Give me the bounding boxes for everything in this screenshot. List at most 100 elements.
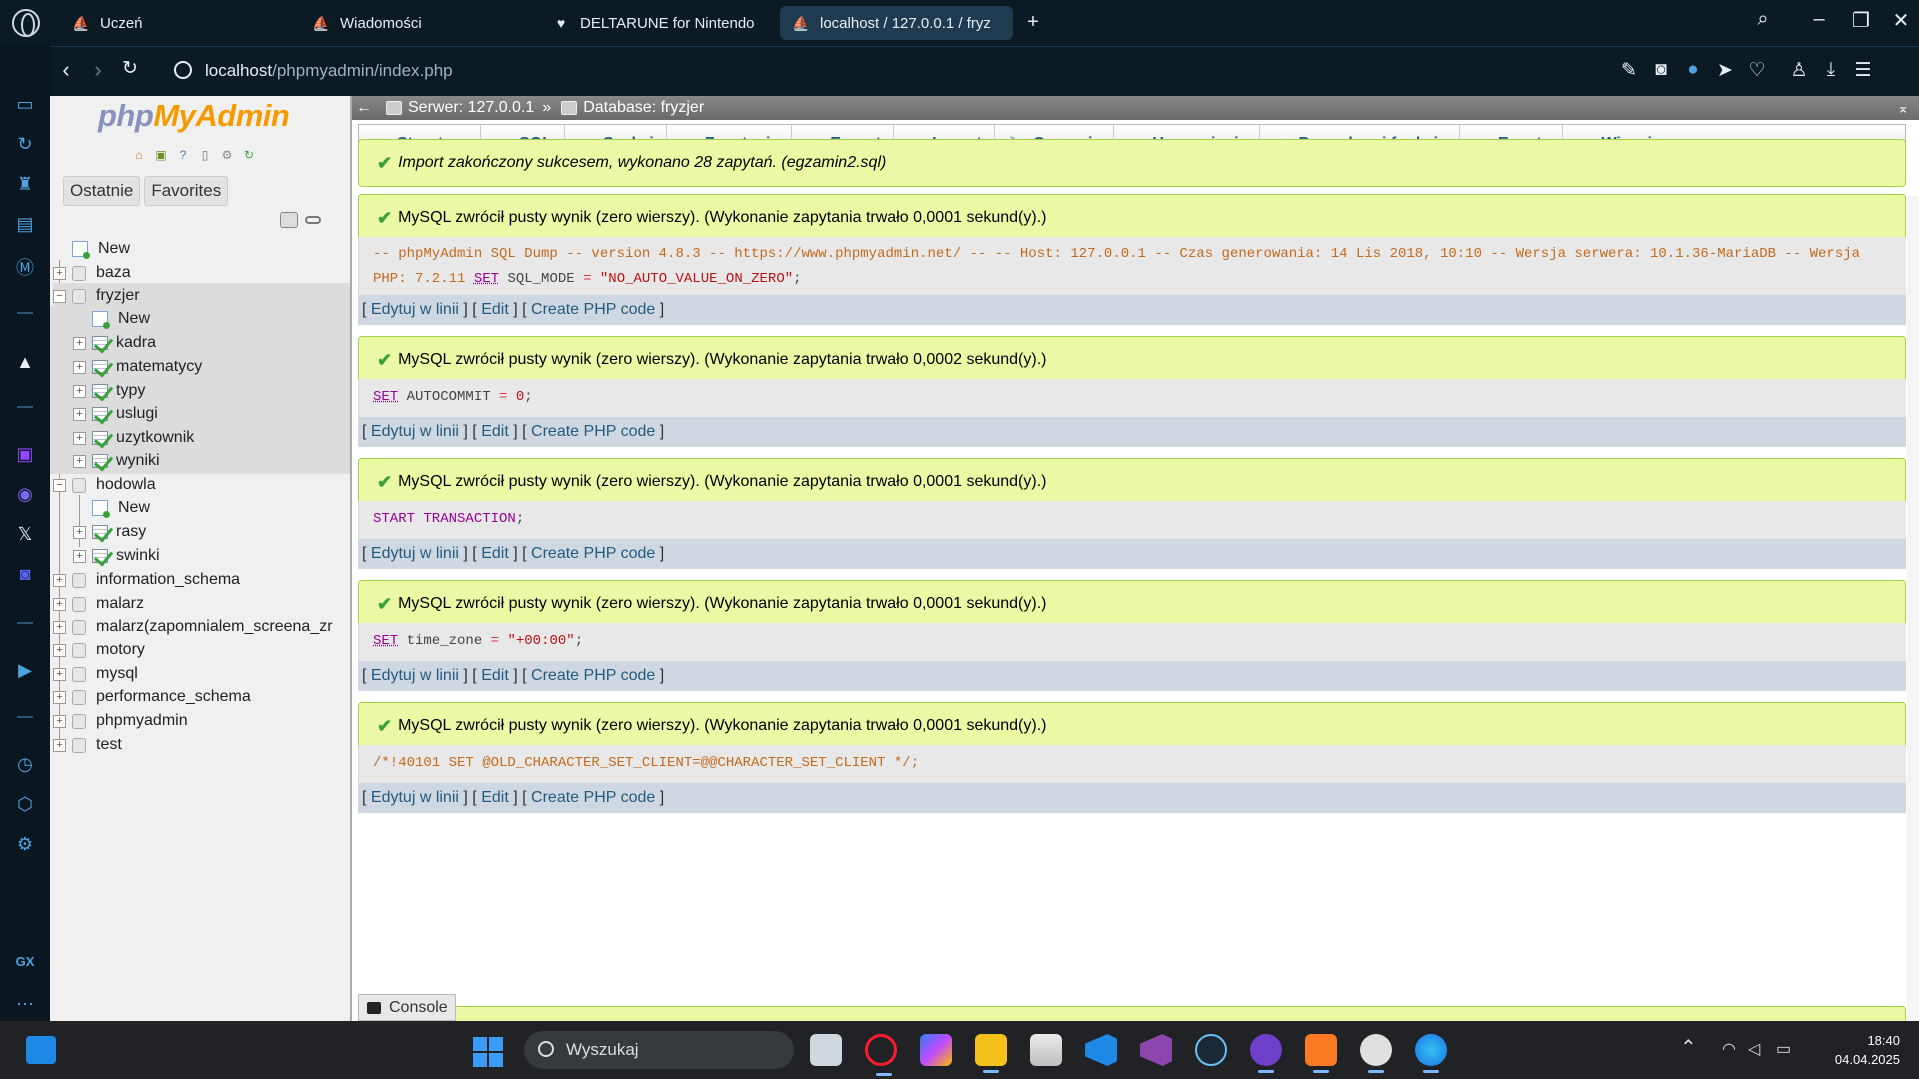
vpn-shield-icon[interactable]: ●	[1680, 59, 1706, 81]
edit-link[interactable]: Edit	[481, 789, 509, 807]
breadcrumb-database[interactable]: Database: fryzjer	[583, 99, 704, 117]
expand-icon[interactable]: +	[73, 384, 86, 398]
gx-cleaner-icon[interactable]: ↻	[12, 134, 38, 156]
widgets-icon[interactable]	[26, 1036, 56, 1064]
browser-tab-wiadomosci[interactable]: ⛵ Wiadomości	[300, 6, 520, 40]
file-explorer-icon[interactable]	[975, 1034, 1007, 1073]
link-with-main-panel-icon[interactable]	[305, 216, 321, 224]
opera-gx-logo-icon[interactable]	[12, 9, 40, 37]
tree-db-test[interactable]: + test	[53, 732, 122, 758]
documentation-icon[interactable]: ▯	[196, 146, 214, 164]
nav-settings-icon[interactable]: ⚙	[218, 146, 236, 164]
start-button[interactable]	[473, 1037, 503, 1067]
collapse-icon[interactable]: −	[53, 478, 66, 492]
tree-item-fryzjer-new[interactable]: New	[50, 306, 350, 332]
messenger-icon[interactable]: ◉	[12, 484, 38, 506]
flow-icon[interactable]: ➤	[1712, 59, 1738, 82]
clock-app-icon[interactable]	[1360, 1034, 1392, 1073]
opera-gx-taskbar-icon[interactable]	[865, 1034, 897, 1076]
tree-db-motory[interactable]: + motory	[53, 637, 145, 663]
new-tab-button[interactable]: +	[1022, 12, 1044, 34]
docs-help-icon[interactable]: ?	[174, 146, 192, 164]
create-php-code-link[interactable]: Create PHP code	[531, 667, 655, 685]
task-view-icon[interactable]	[810, 1034, 842, 1066]
restore-icon[interactable]: ❐	[1846, 8, 1876, 33]
create-php-code-link[interactable]: Create PHP code	[531, 423, 655, 441]
reload-nav-icon[interactable]: ↻	[240, 146, 258, 164]
recent-tables-button[interactable]: Ostatnie	[63, 176, 141, 206]
twitch-icon[interactable]: ▣	[12, 444, 38, 466]
x-twitter-icon[interactable]: 𝕏	[12, 524, 38, 546]
gx-store-icon[interactable]: ▤	[12, 214, 38, 236]
xampp-icon[interactable]	[1305, 1034, 1337, 1073]
tree-table-swinki[interactable]: + swinki	[73, 543, 160, 569]
create-php-code-link[interactable]: Create PHP code	[531, 545, 655, 563]
edit-link[interactable]: Edit	[481, 301, 509, 319]
minimize-icon[interactable]: –	[1804, 8, 1834, 31]
expand-icon[interactable]: +	[73, 454, 86, 468]
gx-logo-icon[interactable]: GX	[12, 954, 38, 976]
profile-icon[interactable]: ♙	[1786, 59, 1812, 82]
browser-tab-deltarune[interactable]: ♥ DELTARUNE for Nintendo	[540, 6, 775, 40]
collapse-icon[interactable]: −	[53, 289, 66, 303]
tree-db-information-schema[interactable]: + information_schema	[53, 567, 240, 593]
more-icon[interactable]: ⋯	[12, 994, 38, 1016]
discord-icon[interactable]: ◙	[12, 564, 38, 586]
downloads-icon[interactable]: ⤓	[1818, 59, 1844, 81]
tree-db-performance-schema[interactable]: + performance_schema	[53, 684, 251, 710]
expand-icon[interactable]: +	[53, 738, 66, 752]
battery-icon[interactable]: ▭	[1776, 1039, 1791, 1059]
phpmyadmin-logo[interactable]: phpMyAdmin	[98, 98, 290, 134]
close-window-icon[interactable]: ✕	[1886, 8, 1916, 33]
expand-icon[interactable]: +	[53, 690, 66, 704]
create-php-code-link[interactable]: Create PHP code	[531, 301, 655, 319]
edit-inline-link[interactable]: Edytuj w linii	[371, 423, 459, 441]
expand-icon[interactable]: +	[73, 525, 86, 539]
expand-icon[interactable]: +	[53, 714, 66, 728]
favorite-tables-button[interactable]: Favorites	[144, 176, 229, 206]
expand-icon[interactable]: +	[73, 360, 86, 374]
exit-icon[interactable]: ▣	[152, 146, 170, 164]
github-desktop-icon[interactable]	[1250, 1034, 1282, 1073]
edit-link[interactable]: Edit	[481, 423, 509, 441]
edit-inline-link[interactable]: Edytuj w linii	[371, 301, 459, 319]
volume-icon[interactable]: ◁	[1748, 1039, 1760, 1059]
collapse-all-icon[interactable]	[280, 212, 298, 228]
expand-icon[interactable]: +	[53, 573, 66, 587]
collapse-top-icon[interactable]: ⌅	[1897, 100, 1909, 117]
steam-icon[interactable]	[1195, 1034, 1227, 1066]
settings-icon[interactable]: ⚙	[12, 834, 38, 856]
site-info-icon[interactable]	[174, 61, 192, 79]
browser-tab-uczen[interactable]: ⛵ Uczeń	[60, 6, 280, 40]
vscode-icon[interactable]	[1085, 1034, 1117, 1066]
easy-menu-icon[interactable]: ☰	[1850, 59, 1876, 82]
pinboard-heart-icon[interactable]: ♡	[1744, 59, 1770, 82]
expand-icon[interactable]: +	[53, 620, 66, 634]
edit-inline-link[interactable]: Edytuj w linii	[371, 545, 459, 563]
expand-icon[interactable]: +	[73, 407, 86, 421]
tree-table-wyniki[interactable]: + wyniki	[50, 448, 350, 474]
gx-corner-icon[interactable]: ♜	[12, 174, 38, 196]
expand-icon[interactable]: +	[53, 643, 66, 657]
copilot-icon[interactable]	[920, 1034, 952, 1066]
edge-icon[interactable]	[1415, 1034, 1447, 1073]
tree-table-kadra[interactable]: + kadra	[50, 330, 350, 356]
tree-db-phpmyadmin[interactable]: + phpmyadmin	[53, 708, 188, 734]
microsoft-store-icon[interactable]	[1030, 1034, 1062, 1066]
console-toggle[interactable]: Console	[358, 994, 456, 1021]
tree-table-rasy[interactable]: + rasy	[73, 519, 146, 545]
home-icon[interactable]: ⌂	[130, 146, 148, 164]
expand-icon[interactable]: +	[53, 667, 66, 681]
reload-button[interactable]: ↻	[116, 57, 144, 80]
edit-inline-link[interactable]: Edytuj w linii	[371, 667, 459, 685]
expand-icon[interactable]: +	[53, 266, 66, 280]
snapshot-icon[interactable]: ◙	[1648, 59, 1674, 81]
easy-setup-icon[interactable]: ✎	[1616, 59, 1642, 82]
main-scrollbar[interactable]	[1907, 196, 1919, 1021]
tree-table-uslugi[interactable]: + uslugi	[50, 401, 350, 427]
url-field[interactable]: localhost/phpmyadmin/index.php	[205, 61, 453, 81]
edit-inline-link[interactable]: Edytuj w linii	[371, 789, 459, 807]
extensions-icon[interactable]: ⬡	[12, 794, 38, 816]
back-button[interactable]: ‹	[52, 57, 80, 83]
search-tabs-icon[interactable]: ⌕	[1748, 8, 1778, 31]
